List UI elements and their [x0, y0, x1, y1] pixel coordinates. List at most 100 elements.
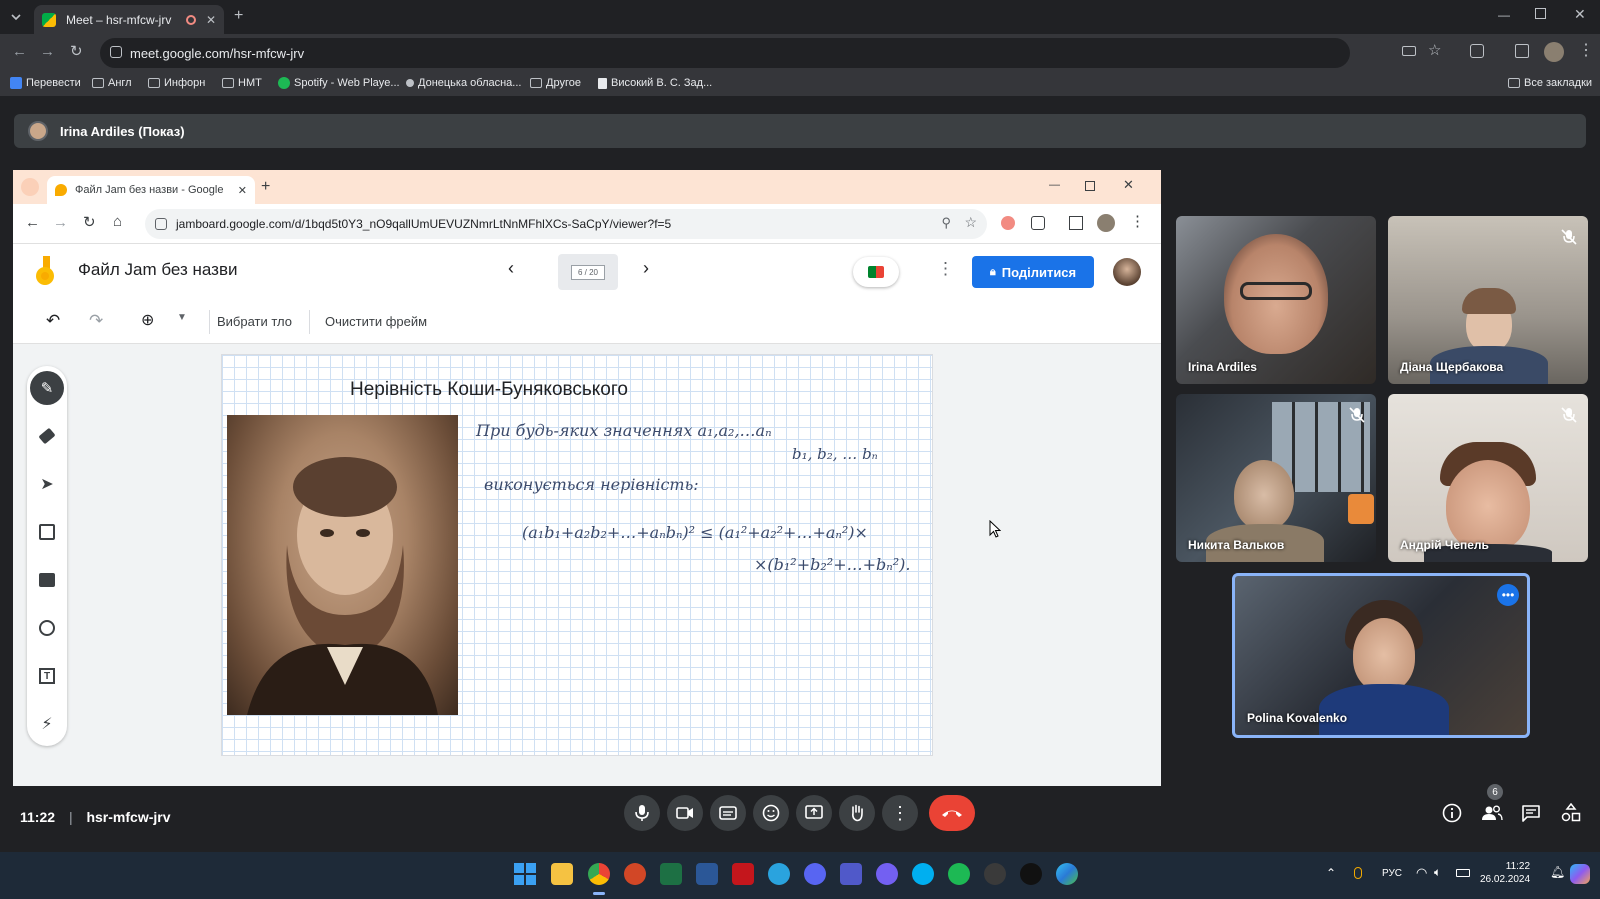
participant-tile[interactable]: Irina Ardiles — [1176, 216, 1376, 384]
browser-tab-title: Meet – hsr-mfcw-jrv — [66, 12, 172, 27]
spotify-icon — [278, 77, 290, 89]
user-avatar — [1113, 258, 1141, 286]
windows-start-icon[interactable] — [514, 863, 536, 885]
participant-face — [1234, 460, 1294, 530]
participant-tile[interactable]: Андрій Чепель — [1388, 394, 1588, 562]
excel-icon[interactable] — [660, 863, 682, 885]
bookmark-folder[interactable]: НМТ — [222, 77, 262, 89]
leave-call-button[interactable] — [929, 795, 975, 831]
language-indicator[interactable]: РУС — [1382, 868, 1402, 879]
bookmark-item[interactable]: Високий В. С. Зад... — [598, 77, 712, 89]
participant-tile-speaking[interactable]: ••• Polina Kovalenko — [1232, 573, 1530, 738]
windows-taskbar: ⌃ РУС ◠ 🔈︎ 11:22 26.02.2024 🔔︎ — [0, 852, 1600, 899]
wifi-icon[interactable]: ◠ — [1416, 865, 1427, 881]
zoom-icon: ⚲ — [941, 215, 951, 230]
address-text: meet.google.com/hsr-mfcw-jrv — [130, 45, 305, 61]
shared-browser-tab: Файл Jam без назви - Google ✕ — [47, 176, 255, 204]
file-explorer-icon[interactable] — [551, 863, 573, 885]
close-icon: ✕ — [1123, 177, 1134, 192]
camera-button[interactable] — [667, 795, 703, 831]
bookmark-item[interactable]: Spotify - Web Playe... — [278, 77, 400, 89]
more-options-button[interactable]: ⋮ — [882, 795, 918, 831]
home-icon: ⌂ — [113, 213, 123, 230]
address-bar[interactable]: meet.google.com/hsr-mfcw-jrv — [100, 38, 1350, 68]
mic-button[interactable] — [624, 795, 660, 831]
chat-button[interactable] — [1516, 798, 1546, 828]
handwriting-line-2: виконується нерівність: — [484, 475, 699, 494]
close-window-icon[interactable]: ✕ — [1574, 6, 1586, 23]
powerpoint-icon[interactable] — [624, 863, 646, 885]
browser-tab-meet[interactable]: Meet – hsr-mfcw-jrv ✕ — [34, 5, 224, 34]
captions-button[interactable] — [710, 795, 746, 831]
divider — [309, 310, 310, 334]
notifications-icon[interactable]: 🔔︎ — [1550, 865, 1565, 879]
app-w-icon[interactable] — [984, 863, 1006, 885]
word-icon[interactable] — [696, 863, 718, 885]
side-panel-icon[interactable] — [1515, 44, 1529, 58]
browser-menu-icon[interactable]: ⋮ — [1578, 40, 1594, 60]
emoji-button[interactable] — [753, 795, 789, 831]
all-bookmarks[interactable]: Все закладки — [1508, 77, 1592, 89]
bookmark-item[interactable]: Донецька обласна... — [406, 77, 521, 89]
edge-icon[interactable] — [1056, 863, 1078, 885]
bookmark-folder[interactable]: Другое — [530, 77, 581, 89]
raise-hand-button[interactable] — [839, 795, 875, 831]
skype-icon[interactable] — [912, 863, 934, 885]
forward-icon[interactable]: → — [40, 43, 55, 60]
handwriting-line-3: (a₁b₁+a₂b₂+…+aₙbₙ)² ≤ (a₁²+a₂²+…+aₙ²)× — [522, 523, 868, 542]
activities-icon — [1561, 803, 1581, 822]
people-button[interactable]: 6 — [1477, 784, 1507, 828]
meeting-details-button[interactable] — [1437, 798, 1467, 828]
teams-icon[interactable] — [840, 863, 862, 885]
doc-title: Файл Jam без назви — [78, 260, 238, 279]
spotify-icon[interactable] — [948, 863, 970, 885]
participant-tile[interactable]: Никита Вальков — [1176, 394, 1376, 562]
share-button: 🔒︎ Поділитися — [972, 256, 1094, 288]
reload-icon[interactable]: ↻ — [70, 42, 83, 60]
show-hidden-icons[interactable]: ⌃ — [1326, 866, 1336, 880]
new-tab-button[interactable]: + — [234, 7, 243, 25]
close-tab-icon[interactable]: ✕ — [206, 13, 216, 27]
copilot-icon[interactable] — [1570, 864, 1590, 884]
activities-button[interactable] — [1556, 798, 1586, 828]
viber-icon[interactable] — [876, 863, 898, 885]
folder-icon — [1508, 78, 1520, 88]
frame-title: Нерівність Коши-Буняковського — [350, 379, 628, 400]
bookmark-folder[interactable]: Инфорн — [148, 77, 205, 89]
fireplace — [1348, 494, 1374, 524]
profile-avatar[interactable] — [1544, 42, 1564, 62]
site-info-icon[interactable] — [110, 46, 122, 58]
meeting-info: 11:22 | hsr-mfcw-jrv — [20, 809, 171, 825]
more-options-icon[interactable]: ••• — [1497, 584, 1519, 606]
zoom-in-icon: ⊕ — [141, 312, 155, 329]
jam-canvas: ✎ ➤ T ⚡︎ Нерівність Коши-Буняковського П… — [13, 344, 1161, 786]
camera-in-use-icon[interactable] — [1402, 46, 1416, 56]
tab-search-icon[interactable] — [8, 9, 24, 25]
bookmark-star-icon[interactable]: ☆ — [1428, 41, 1441, 59]
mic-off-icon — [1348, 406, 1366, 424]
chrome-icon[interactable] — [588, 863, 610, 885]
clock[interactable]: 11:22 26.02.2024 — [1480, 860, 1530, 886]
volume-icon[interactable]: 🔈︎ — [1434, 865, 1441, 880]
minimize-icon: — — [1049, 179, 1060, 191]
present-button[interactable] — [796, 795, 832, 831]
reload-icon: ↻ — [83, 214, 96, 231]
back-icon[interactable]: ← — [12, 43, 27, 60]
side-panel-icon — [1069, 216, 1083, 230]
discord-icon[interactable] — [804, 863, 826, 885]
tiktok-icon[interactable] — [1020, 863, 1042, 885]
acrobat-icon[interactable] — [732, 863, 754, 885]
close-tab-icon: ✕ — [237, 184, 247, 197]
bookmark-folder[interactable]: Англ — [92, 77, 132, 89]
mic-tray-icon[interactable] — [1354, 867, 1362, 879]
telegram-icon[interactable] — [768, 863, 790, 885]
meeting-code: hsr-mfcw-jrv — [86, 809, 171, 825]
minimize-window-icon[interactable]: — — [1498, 8, 1510, 22]
handwriting-line-4: ×(b₁²+b₂²+…+bₙ²). — [754, 555, 911, 574]
emoji-icon — [762, 804, 780, 822]
restore-window-icon[interactable] — [1535, 8, 1546, 19]
participant-tile[interactable]: Діана Щербакова — [1388, 216, 1588, 384]
bookmark-item[interactable]: Перевести — [10, 77, 81, 89]
extensions-icon[interactable] — [1470, 44, 1484, 58]
battery-icon[interactable] — [1456, 869, 1470, 877]
